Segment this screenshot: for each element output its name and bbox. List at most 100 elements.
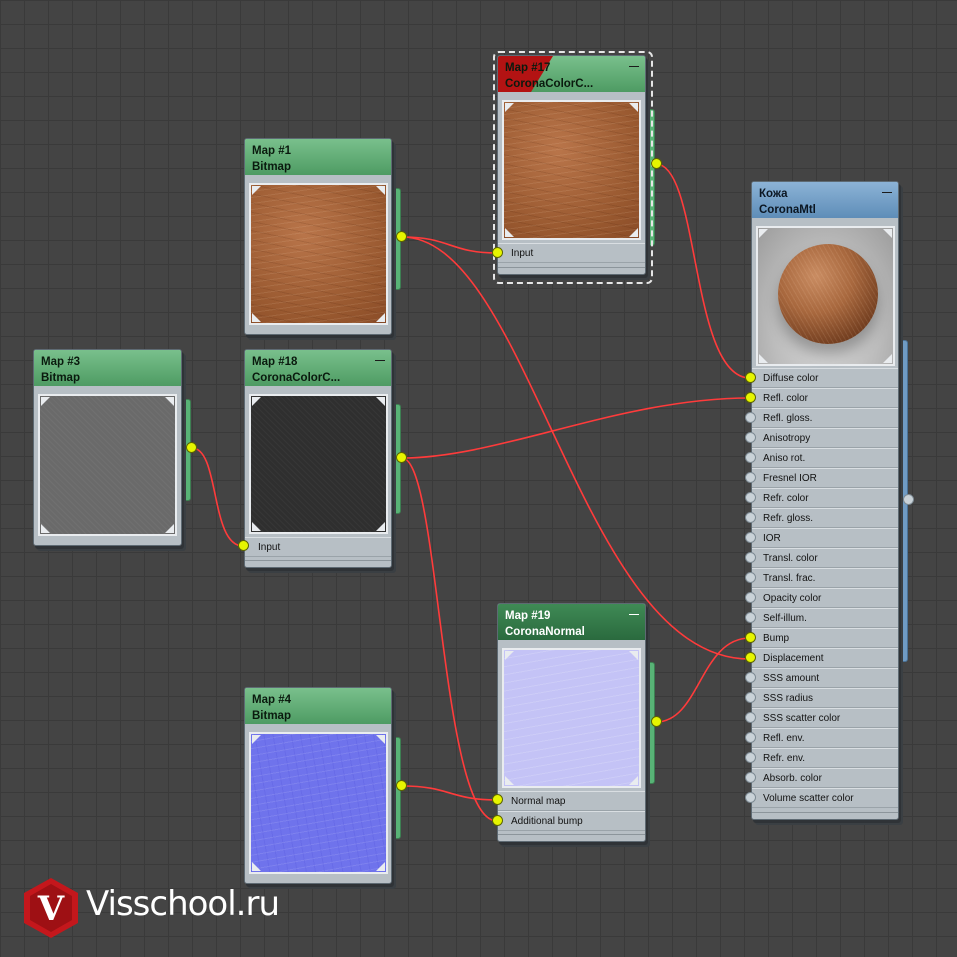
node-map-19[interactable]: Map #19 CoronaNormal — Normal map Additi…: [497, 603, 646, 842]
input-slot-normal-map[interactable]: Normal map: [498, 791, 645, 811]
node-type: CoronaColorC...: [252, 372, 341, 384]
material-input-socket[interactable]: [745, 492, 756, 503]
material-slot[interactable]: Aniso rot.: [752, 448, 898, 468]
material-input-socket[interactable]: [745, 452, 756, 463]
node-map-3[interactable]: Map #3 Bitmap: [33, 349, 182, 546]
texture-preview: [502, 100, 641, 240]
material-slot[interactable]: Diffuse color: [752, 368, 898, 388]
material-slot[interactable]: Refr. color: [752, 488, 898, 508]
material-slot[interactable]: Transl. color: [752, 548, 898, 568]
material-input-socket[interactable]: [745, 772, 756, 783]
material-slot[interactable]: Refl. gloss.: [752, 408, 898, 428]
wire-map18-additional-bump: [401, 457, 498, 822]
material-slot[interactable]: Transl. frac.: [752, 568, 898, 588]
texture-preview: [249, 394, 388, 534]
node-header[interactable]: Map #1 Bitmap: [245, 139, 391, 175]
input-socket-map18[interactable]: [238, 540, 249, 551]
material-input-socket[interactable]: [745, 412, 756, 423]
material-input-socket[interactable]: [745, 472, 756, 483]
node-title: Map #18: [252, 356, 298, 368]
wire-map3-input: [191, 447, 244, 547]
wire-map1-displacement: [401, 236, 751, 660]
node-corona-mtl[interactable]: Кожа CoronaMtl — Diffuse color Refl. colo…: [751, 181, 899, 820]
material-input-socket[interactable]: [745, 552, 756, 563]
node-header[interactable]: Map #18 CoronaColorC... —: [245, 350, 391, 386]
input-slot-additional-bump[interactable]: Additional bump: [498, 811, 645, 831]
material-input-socket[interactable]: [745, 432, 756, 443]
output-socket-material[interactable]: [903, 494, 914, 505]
material-input-socket[interactable]: [745, 512, 756, 523]
output-socket-map4[interactable]: [396, 780, 407, 791]
texture-preview: [502, 648, 641, 788]
node-title: Map #17: [505, 62, 551, 74]
node-map-1[interactable]: Map #1 Bitmap: [244, 138, 392, 335]
node-header[interactable]: Map #19 CoronaNormal —: [498, 604, 645, 640]
input-slot[interactable]: Input: [498, 243, 645, 263]
input-socket-normal-map[interactable]: [492, 794, 503, 805]
output-socket-map19[interactable]: [651, 716, 662, 727]
minimize-icon[interactable]: —: [629, 59, 639, 75]
material-input-socket[interactable]: [745, 732, 756, 743]
material-slot[interactable]: SSS radius: [752, 688, 898, 708]
input-socket-map17[interactable]: [492, 247, 503, 258]
node-header[interactable]: Map #17 CoronaColorC... —: [498, 56, 645, 92]
node-map-17[interactable]: Map #17 CoronaColorC... — Input: [497, 55, 646, 275]
input-socket-additional-bump[interactable]: [492, 815, 503, 826]
material-slot[interactable]: Self-illum.: [752, 608, 898, 628]
material-slot[interactable]: Anisotropy: [752, 428, 898, 448]
material-input-socket[interactable]: [745, 632, 756, 643]
output-socket-map17[interactable]: [651, 158, 662, 169]
minimize-icon[interactable]: —: [882, 185, 892, 201]
material-input-socket[interactable]: [745, 592, 756, 603]
material-input-socket[interactable]: [745, 752, 756, 763]
material-slot[interactable]: Volume scatter color: [752, 788, 898, 808]
node-type: Bitmap: [252, 161, 291, 173]
node-editor-canvas[interactable]: Map #17 CoronaColorC... — Input Map #1 B…: [0, 0, 957, 957]
material-slot[interactable]: Opacity color: [752, 588, 898, 608]
input-slot[interactable]: Input: [245, 537, 391, 557]
node-map-18[interactable]: Map #18 CoronaColorC... — Input: [244, 349, 392, 568]
material-slot[interactable]: Fresnel IOR: [752, 468, 898, 488]
material-input-socket[interactable]: [745, 672, 756, 683]
material-slot[interactable]: Refl. env.: [752, 728, 898, 748]
brand-text: Visschool.ru: [86, 884, 280, 924]
material-slot[interactable]: Refl. color: [752, 388, 898, 408]
wire-map19-bump: [655, 637, 751, 723]
material-input-socket[interactable]: [745, 572, 756, 583]
material-slot[interactable]: Bump: [752, 628, 898, 648]
texture-preview: [38, 394, 177, 536]
material-slot[interactable]: SSS scatter color: [752, 708, 898, 728]
material-slot[interactable]: Absorb. color: [752, 768, 898, 788]
material-slot[interactable]: IOR: [752, 528, 898, 548]
node-title: Map #3: [41, 356, 80, 368]
node-type: CoronaColorC...: [505, 78, 594, 90]
material-input-socket[interactable]: [745, 712, 756, 723]
material-input-socket[interactable]: [745, 792, 756, 803]
minimize-icon[interactable]: —: [629, 607, 639, 623]
node-title: Кожа: [759, 188, 788, 200]
node-header[interactable]: Map #4 Bitmap: [245, 688, 391, 724]
node-header[interactable]: Кожа CoronaMtl —: [752, 182, 898, 218]
node-title: Map #4: [252, 694, 291, 706]
material-input-socket[interactable]: [745, 612, 756, 623]
node-type: CoronaNormal: [505, 626, 585, 638]
material-input-socket[interactable]: [745, 532, 756, 543]
node-header[interactable]: Map #3 Bitmap: [34, 350, 181, 386]
material-input-socket[interactable]: [745, 692, 756, 703]
material-slot[interactable]: Refr. gloss.: [752, 508, 898, 528]
material-slot[interactable]: Displacement: [752, 648, 898, 668]
material-slot[interactable]: SSS amount: [752, 668, 898, 688]
node-type: Bitmap: [252, 710, 291, 722]
output-socket-map1[interactable]: [396, 231, 407, 242]
node-map-4[interactable]: Map #4 Bitmap: [244, 687, 392, 884]
wire-map18-refl: [401, 397, 751, 459]
material-input-socket[interactable]: [745, 372, 756, 383]
material-input-socket[interactable]: [745, 652, 756, 663]
material-slot[interactable]: Refr. env.: [752, 748, 898, 768]
wire-map1-input: [401, 236, 498, 254]
node-type: Bitmap: [41, 372, 80, 384]
output-socket-map3[interactable]: [186, 442, 197, 453]
minimize-icon[interactable]: —: [375, 353, 385, 369]
material-input-socket[interactable]: [745, 392, 756, 403]
output-socket-map18[interactable]: [396, 452, 407, 463]
